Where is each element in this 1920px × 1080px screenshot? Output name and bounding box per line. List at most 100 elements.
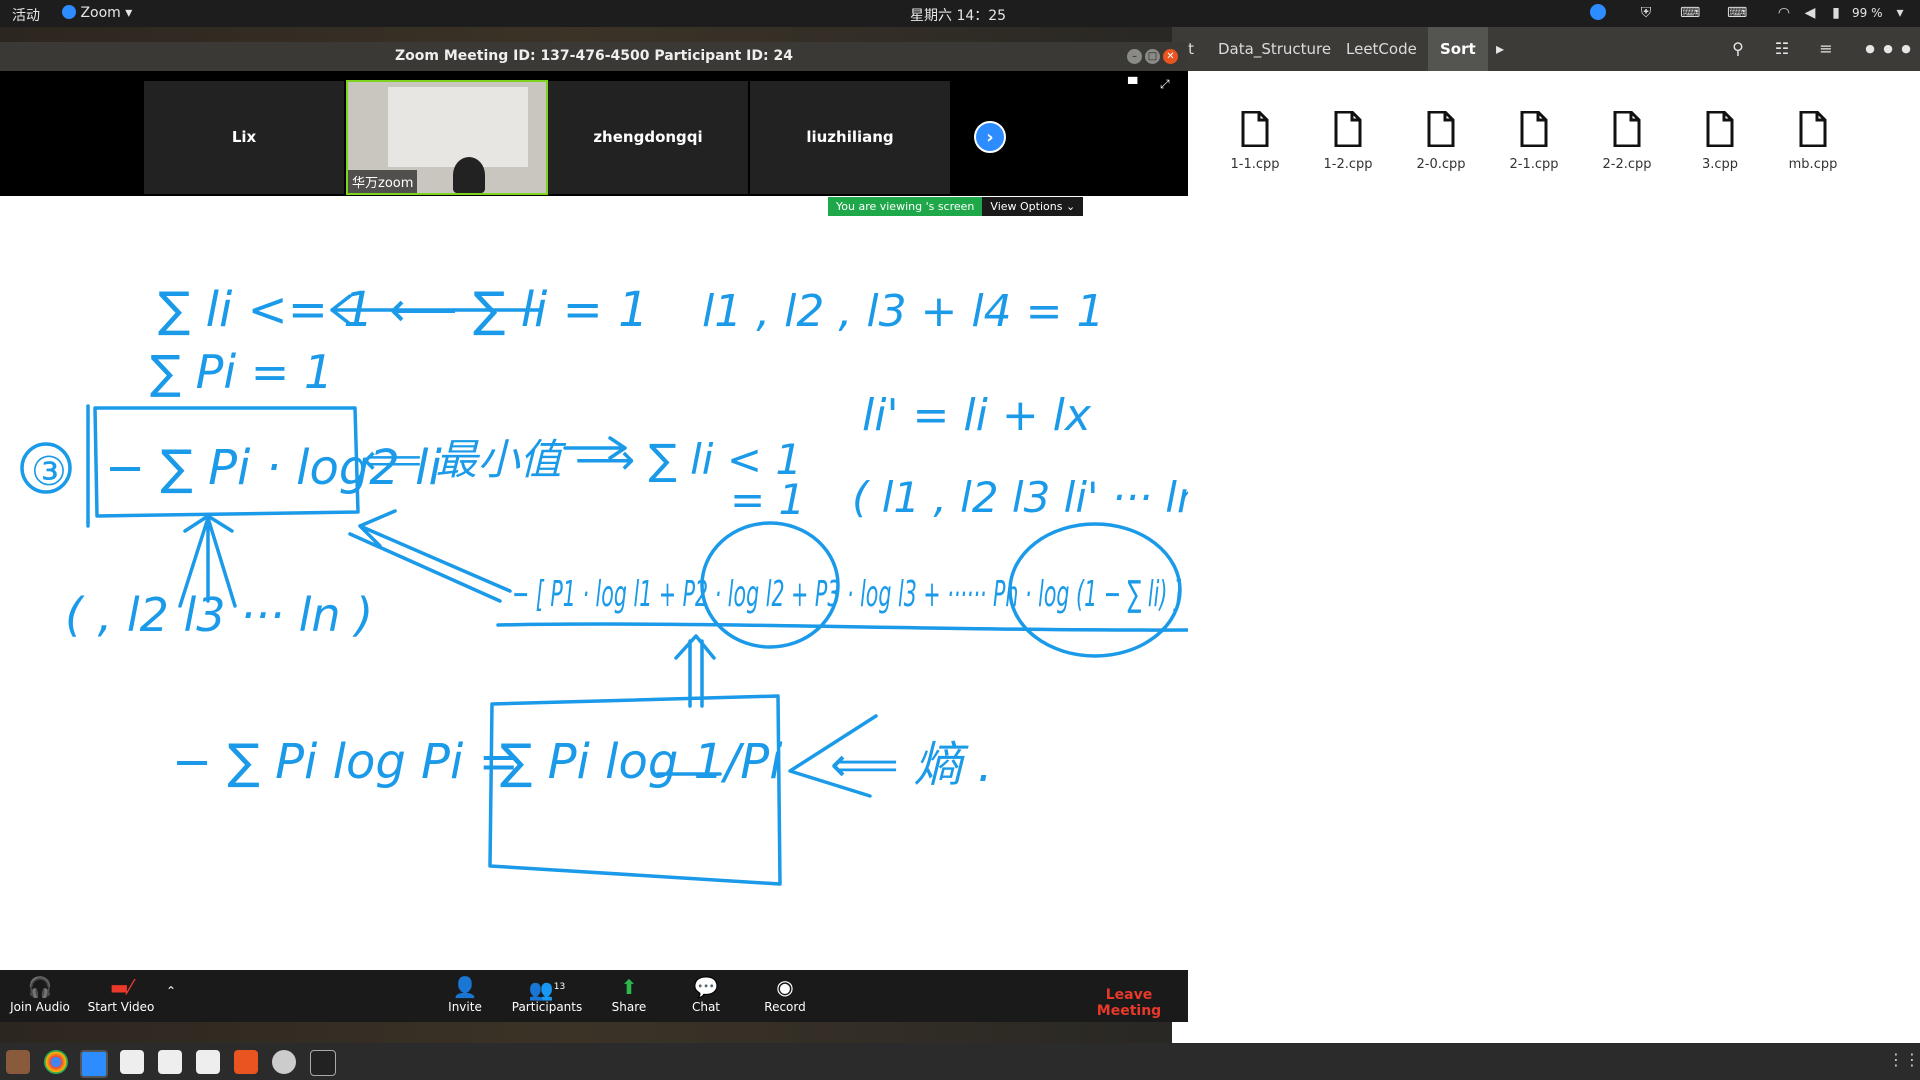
ink-text: − [ P1 · log l1 + P2 · log l2 + P3 · log… bbox=[512, 574, 1182, 615]
window-title: Zoom Meeting ID: 137-476-4500 Participan… bbox=[0, 42, 1188, 71]
file-name: 1-2.cpp bbox=[1323, 157, 1373, 172]
participants-button[interactable]: 👥13 Participants bbox=[510, 974, 584, 1014]
software-center-icon[interactable] bbox=[234, 1050, 258, 1074]
wifi-icon[interactable]: ◠ bbox=[1774, 4, 1794, 22]
ink-text: ∑ Pi log 1/Pi bbox=[500, 734, 783, 790]
participant-tile[interactable]: liuzhiliang bbox=[750, 81, 950, 194]
view-options-button[interactable]: View Options ⌄ bbox=[982, 197, 1084, 216]
window-maximize-icon[interactable]: □ bbox=[1145, 49, 1160, 64]
file-manager-header: it Data_Structure LeetCode Sort ▸ ⚲ ☷ ≡ … bbox=[1172, 27, 1920, 71]
activities-button[interactable]: 活动 bbox=[12, 5, 40, 25]
share-icon: ⬆ bbox=[620, 975, 638, 999]
show-apps-grid-icon[interactable]: ⋮⋮ bbox=[1888, 1050, 1920, 1074]
breadcrumb-data-structure[interactable]: Data_Structure bbox=[1206, 27, 1343, 71]
cpp-file-icon bbox=[1799, 110, 1827, 148]
files-app-icon[interactable] bbox=[6, 1050, 30, 1074]
gallery-layout-icon[interactable]: ▀ bbox=[1128, 77, 1137, 91]
window-close-icon[interactable]: ✕ bbox=[1163, 49, 1178, 64]
battery-icon[interactable]: ▮ bbox=[1826, 4, 1846, 22]
menu-icon[interactable]: ≡ bbox=[1812, 35, 1840, 63]
shared-screen-whiteboard: ∑ li <= 1 ⟵ ∑ li = 1 l1 , l2 , l3 + l4 =… bbox=[0, 196, 1188, 970]
file-manager-window: it Data_Structure LeetCode Sort ▸ ⚲ ☷ ≡ … bbox=[1172, 27, 1920, 1043]
participant-name: Lix bbox=[231, 128, 257, 146]
breadcrumb-sort[interactable]: Sort bbox=[1428, 27, 1488, 71]
file-item[interactable]: mb.cpp bbox=[1773, 110, 1853, 172]
ink-text: ③ bbox=[31, 449, 67, 495]
battery-percent: 99 % bbox=[1852, 6, 1883, 20]
invite-icon: 👤 bbox=[452, 975, 478, 999]
join-audio-label: Join Audio bbox=[10, 1000, 70, 1014]
close-icon[interactable]: ● bbox=[1892, 35, 1920, 63]
file-name: 1-1.cpp bbox=[1230, 157, 1280, 172]
chat-button[interactable]: 💬 Chat bbox=[686, 974, 726, 1014]
headphones-icon: 🎧 bbox=[27, 975, 53, 999]
ink-text: − ∑ Pi log Pi = bbox=[172, 734, 519, 790]
ink-text: = 1 bbox=[730, 475, 805, 524]
input-method-icon[interactable]: ⌨ bbox=[1680, 4, 1700, 22]
keyboard-icon[interactable]: ⌨ bbox=[1727, 4, 1747, 22]
participant-name: 华万zoom bbox=[348, 170, 418, 193]
system-menu-arrow-icon[interactable]: ▾ bbox=[1890, 4, 1910, 22]
ink-arrow-diagonal bbox=[348, 509, 512, 603]
breadcrumb-leetcode[interactable]: LeetCode bbox=[1334, 27, 1429, 71]
document-icon[interactable] bbox=[120, 1050, 144, 1074]
start-video-label: Start Video bbox=[87, 1000, 155, 1014]
record-button[interactable]: ◉ Record bbox=[760, 974, 810, 1014]
zoom-dock-icon[interactable] bbox=[80, 1050, 108, 1078]
zoom-meeting-window: Zoom Meeting ID: 137-476-4500 Participan… bbox=[0, 42, 1188, 1022]
ink-text: ⟸ 熵 . bbox=[830, 737, 993, 793]
file-item[interactable]: 2-1.cpp bbox=[1494, 110, 1574, 172]
file-name: 2-1.cpp bbox=[1509, 157, 1559, 172]
volume-icon[interactable]: ◀ bbox=[1800, 4, 1820, 22]
video-background bbox=[388, 87, 528, 167]
ink-text: l1 , l2 , l3 + l4 = 1 bbox=[702, 286, 1104, 337]
viewing-banner-text: You are viewing 's screen bbox=[828, 197, 983, 216]
zoom-tray-icon[interactable] bbox=[1588, 4, 1608, 22]
file-item[interactable]: 2-0.cpp bbox=[1401, 110, 1481, 172]
search-icon[interactable]: ⚲ bbox=[1724, 35, 1752, 63]
join-audio-button[interactable]: 🎧 Join Audio bbox=[8, 974, 72, 1014]
chrome-icon[interactable] bbox=[44, 1050, 68, 1074]
zoom-app-icon bbox=[62, 5, 76, 19]
file-name: 2-0.cpp bbox=[1416, 157, 1466, 172]
clock[interactable]: 星期六 14：25 bbox=[910, 5, 1006, 25]
app-menu-label: Zoom bbox=[80, 5, 121, 21]
app-menu[interactable]: Zoom ▾ bbox=[62, 5, 132, 21]
leave-meeting-button[interactable]: Leave Meeting bbox=[1074, 987, 1184, 1019]
ink-box-entropy bbox=[488, 694, 782, 886]
window-minimize-icon[interactable]: – bbox=[1127, 49, 1142, 64]
file-item[interactable]: 1-1.cpp bbox=[1215, 110, 1295, 172]
file-name: 3.cpp bbox=[1701, 157, 1739, 172]
video-options-caret-icon[interactable]: ⌃ bbox=[160, 984, 182, 998]
start-video-button[interactable]: ▬⁄ Start Video bbox=[86, 974, 156, 1014]
participant-tile[interactable]: Lix bbox=[144, 81, 344, 194]
file-item[interactable]: 2-2.cpp bbox=[1587, 110, 1667, 172]
invite-label: Invite bbox=[448, 1000, 482, 1014]
participant-tile[interactable]: zhengdongqi bbox=[548, 81, 748, 194]
file-item[interactable]: 1-2.cpp bbox=[1308, 110, 1388, 172]
invite-button[interactable]: 👤 Invite bbox=[440, 974, 490, 1014]
view-toggle-icon[interactable]: ☷ bbox=[1768, 35, 1796, 63]
ink-text: ( l1 , l2 l3 li' ··· ln ) bbox=[852, 473, 1188, 522]
settings-gear-icon[interactable] bbox=[272, 1050, 296, 1074]
breadcrumb-next-icon[interactable]: ▸ bbox=[1486, 35, 1514, 63]
document-icon[interactable] bbox=[158, 1050, 182, 1074]
cpp-file-icon bbox=[1613, 110, 1641, 148]
record-icon: ◉ bbox=[776, 975, 794, 999]
taskbar: ⋮⋮ bbox=[0, 1043, 1920, 1080]
file-item[interactable]: 3.cpp bbox=[1680, 110, 1760, 172]
participant-tile-active[interactable]: 华万zoom bbox=[346, 80, 548, 195]
ink-text: ( , l2 l3 ··· ln ) bbox=[65, 588, 373, 642]
next-page-arrow-icon[interactable]: › bbox=[974, 121, 1006, 153]
document-icon[interactable] bbox=[196, 1050, 220, 1074]
ink-underline bbox=[496, 622, 1188, 632]
terminal-icon[interactable] bbox=[310, 1050, 336, 1076]
chat-icon: 💬 bbox=[693, 975, 719, 999]
ink-text: ∑ li <= 1 ⟵ ∑ li = 1 bbox=[158, 282, 649, 338]
shield-icon[interactable]: ⛨ bbox=[1636, 4, 1656, 22]
share-button[interactable]: ⬆ Share bbox=[604, 974, 654, 1014]
viewing-banner: You are viewing 's screen View Options ⌄ bbox=[828, 195, 1084, 216]
fullscreen-icon[interactable]: ⤢ bbox=[1160, 77, 1170, 92]
file-name: 2-2.cpp bbox=[1602, 157, 1652, 172]
participant-silhouette bbox=[453, 157, 485, 193]
